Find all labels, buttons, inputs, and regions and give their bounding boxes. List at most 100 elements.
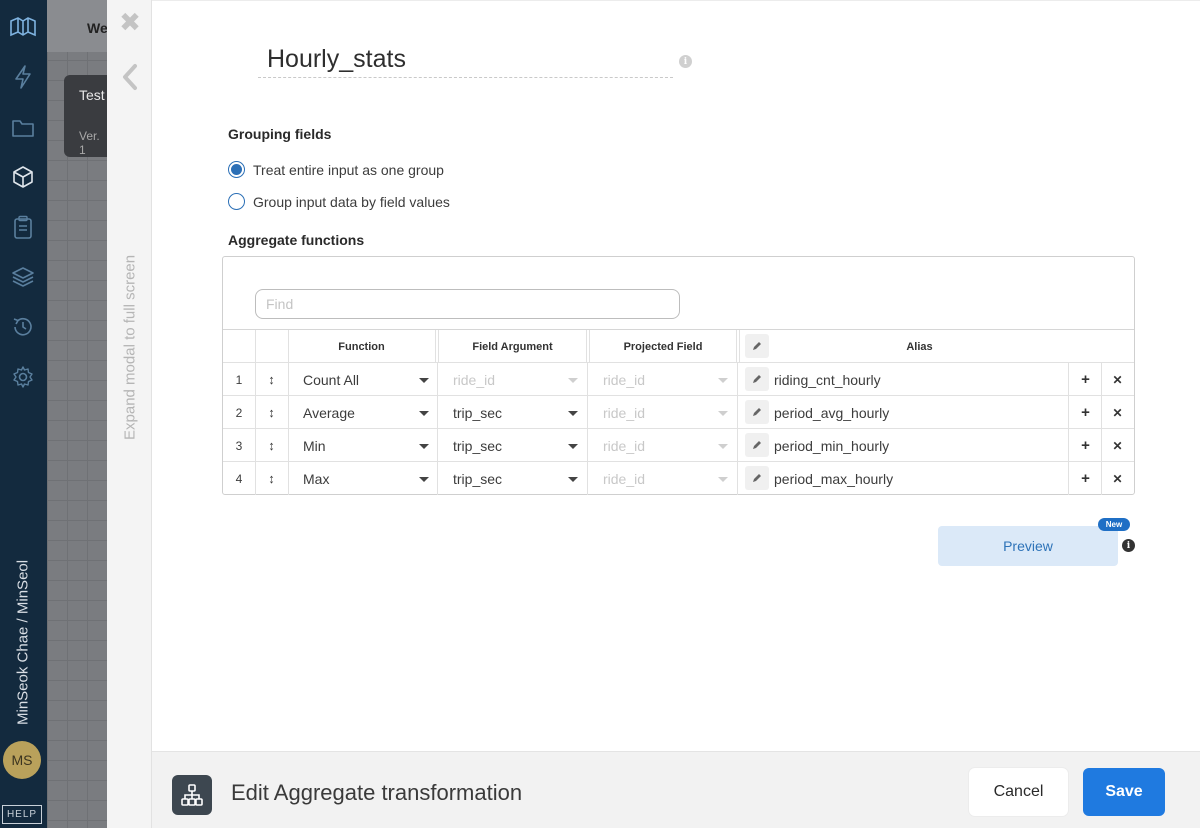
delete-row-button[interactable]: ✕ — [1101, 363, 1134, 396]
alias-edit-icon[interactable] — [745, 466, 769, 490]
page-title[interactable]: Hourly_stats — [267, 45, 406, 74]
chevron-down-icon[interactable] — [568, 411, 578, 416]
projected-field-select[interactable]: ride_id — [603, 429, 713, 462]
save-button[interactable]: Save — [1083, 768, 1165, 816]
drag-handle-icon[interactable]: ↕ — [255, 396, 288, 429]
preview-button[interactable]: Preview — [938, 526, 1118, 566]
alias-edit-icon[interactable] — [745, 400, 769, 424]
title-field[interactable]: Hourly_stats — [258, 43, 673, 78]
row-index: 3 — [235, 438, 243, 453]
row-index: 2 — [235, 405, 243, 420]
aggregate-functions-label: Aggregate functions — [228, 232, 365, 248]
help-button[interactable]: HELP — [2, 805, 42, 824]
column-header-function[interactable]: Function — [288, 330, 435, 363]
modal-footer: Edit Aggregate transformation Cancel Sav… — [152, 751, 1200, 828]
projected-field-select[interactable]: ride_id — [603, 396, 713, 429]
table-header-row: Function Field Argument Projected Field … — [223, 330, 1134, 363]
column-header-projected-field[interactable]: Projected Field — [590, 330, 736, 363]
row-index: 1 — [235, 372, 243, 387]
table-row: 2 ↕ Average trip_sec ride_id period_avg_… — [223, 396, 1134, 429]
avatar[interactable]: MS — [3, 741, 41, 779]
drag-handle-icon[interactable]: ↕ — [255, 363, 288, 396]
chevron-down-icon[interactable] — [568, 444, 578, 449]
chevron-down-icon[interactable] — [718, 477, 728, 482]
info-icon[interactable]: i — [679, 55, 692, 68]
function-select[interactable]: Average — [303, 396, 413, 429]
background-tab-label: We — [87, 20, 108, 36]
table-row: 1 ↕ Count All ride_id ride_id riding_cnt… — [223, 363, 1134, 396]
add-row-button[interactable]: + — [1069, 462, 1102, 495]
find-input[interactable] — [255, 289, 680, 319]
close-icon[interactable]: ✖ — [118, 9, 142, 35]
logo-icon[interactable] — [9, 13, 37, 41]
radio-button-checked[interactable] — [228, 161, 245, 178]
chevron-down-icon[interactable] — [568, 477, 578, 482]
layers-icon[interactable] — [9, 263, 37, 291]
cancel-button[interactable]: Cancel — [969, 768, 1068, 816]
function-select[interactable]: Count All — [303, 363, 413, 396]
delete-row-button[interactable]: ✕ — [1101, 462, 1134, 495]
grouping-fields-label: Grouping fields — [228, 126, 332, 142]
drag-handle-icon[interactable]: ↕ — [255, 429, 288, 462]
add-row-button[interactable]: + — [1069, 363, 1102, 396]
gear-icon[interactable] — [9, 363, 37, 391]
aggregate-transform-icon — [172, 775, 212, 815]
chevron-down-icon[interactable] — [419, 378, 429, 383]
radio-button[interactable] — [228, 193, 245, 210]
cube-icon[interactable] — [9, 163, 37, 191]
modal-rail: ✖ Expand modal to full screen — [107, 0, 152, 828]
footer-title: Edit Aggregate transformation — [231, 780, 523, 805]
expand-modal-button[interactable]: Expand modal to full screen — [118, 230, 142, 440]
field-argument-select[interactable]: trip_sec — [453, 429, 563, 462]
add-row-button[interactable]: + — [1069, 429, 1102, 462]
preview-info-icon[interactable]: i — [1122, 539, 1135, 552]
radio-label: Treat entire input as one group — [253, 161, 444, 178]
alias-field[interactable]: period_avg_hourly — [774, 396, 1064, 429]
background-card: Test Ver. 1 — [64, 75, 107, 157]
radio-option-group-by-field[interactable]: Group input data by field values — [228, 193, 450, 210]
new-badge: New — [1098, 518, 1130, 531]
lightning-icon[interactable] — [9, 63, 37, 91]
aggregate-functions-panel: Function Field Argument Projected Field … — [222, 256, 1135, 495]
column-header-alias[interactable]: Alias — [773, 330, 1066, 363]
drag-handle-icon[interactable]: ↕ — [255, 462, 288, 495]
column-header-field-argument[interactable]: Field Argument — [439, 330, 586, 363]
clipboard-icon[interactable] — [9, 213, 37, 241]
radio-label: Group input data by field values — [253, 193, 450, 210]
user-name: MinSeok Chae / MinSeol — [14, 559, 32, 725]
folder-icon[interactable] — [9, 114, 37, 142]
function-select[interactable]: Min — [303, 429, 413, 462]
alias-edit-icon[interactable] — [745, 433, 769, 457]
add-row-button[interactable]: + — [1069, 396, 1102, 429]
chevron-left-icon[interactable] — [119, 62, 141, 92]
delete-row-button[interactable]: ✕ — [1101, 396, 1134, 429]
table-row: 4 ↕ Max trip_sec ride_id period_max_hour… — [223, 462, 1134, 495]
background-card-version: Ver. 1 — [79, 129, 100, 157]
function-select[interactable]: Max — [303, 462, 413, 495]
field-argument-select[interactable]: trip_sec — [453, 462, 563, 495]
aggregate-table: Function Field Argument Projected Field … — [223, 329, 1134, 495]
chevron-down-icon[interactable] — [568, 378, 578, 383]
chevron-down-icon[interactable] — [718, 411, 728, 416]
row-index: 4 — [235, 471, 243, 486]
alias-field[interactable]: riding_cnt_hourly — [774, 363, 1064, 396]
delete-row-button[interactable]: ✕ — [1101, 429, 1134, 462]
field-argument-select[interactable]: trip_sec — [453, 396, 563, 429]
alias-field[interactable]: period_max_hourly — [774, 462, 1064, 495]
projected-field-select[interactable]: ride_id — [603, 462, 713, 495]
modal-body: Hourly_stats i Grouping fields Treat ent… — [152, 0, 1200, 751]
chevron-down-icon[interactable] — [419, 444, 429, 449]
app-sidebar: MinSeok Chae / MinSeol MS HELP — [0, 0, 47, 828]
alias-edit-icon[interactable] — [745, 367, 769, 391]
chevron-down-icon[interactable] — [419, 477, 429, 482]
alias-field[interactable]: period_min_hourly — [774, 429, 1064, 462]
chevron-down-icon[interactable] — [718, 378, 728, 383]
chevron-down-icon[interactable] — [718, 444, 728, 449]
background-card-title: Test — [79, 87, 105, 103]
field-argument-select[interactable]: ride_id — [453, 363, 563, 396]
radio-option-one-group[interactable]: Treat entire input as one group — [228, 161, 444, 178]
projected-field-select[interactable]: ride_id — [603, 363, 713, 396]
alias-edit-all-icon[interactable] — [745, 334, 769, 358]
history-icon[interactable] — [9, 313, 37, 341]
chevron-down-icon[interactable] — [419, 411, 429, 416]
